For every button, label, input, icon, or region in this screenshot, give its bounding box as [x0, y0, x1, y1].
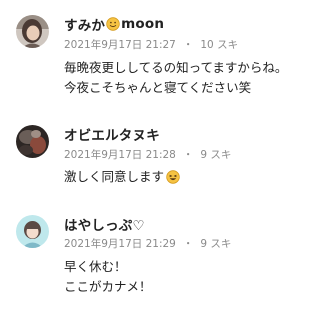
comment: はやしっぷ♡ 2021年9月17日 21:29 ・ 9 スキ 早く休む！ ここが…: [0, 0, 324, 316]
comment-list: すみか moon 2021年9月17日 21:27 ・ 10 スキ 毎晩夜更しし…: [0, 0, 324, 316]
comment-author[interactable]: はやしっぷ♡: [64, 215, 145, 234]
like-count[interactable]: 9 スキ: [200, 236, 231, 251]
author-name: はやしっぷ♡: [64, 218, 145, 234]
comment-text-line: ここがカナメ！: [64, 279, 152, 294]
comment-text-line: 早く休む！: [64, 259, 127, 274]
meta-separator: ・: [182, 238, 194, 250]
avatar-image: [16, 215, 49, 248]
avatar[interactable]: [16, 215, 49, 248]
comment-date[interactable]: 2021年9月17日 21:29: [64, 236, 176, 251]
comment-body: 早く休む！ ここがカナメ！: [64, 257, 152, 297]
comment-meta: 2021年9月17日 21:29 ・ 9 スキ: [64, 236, 231, 251]
